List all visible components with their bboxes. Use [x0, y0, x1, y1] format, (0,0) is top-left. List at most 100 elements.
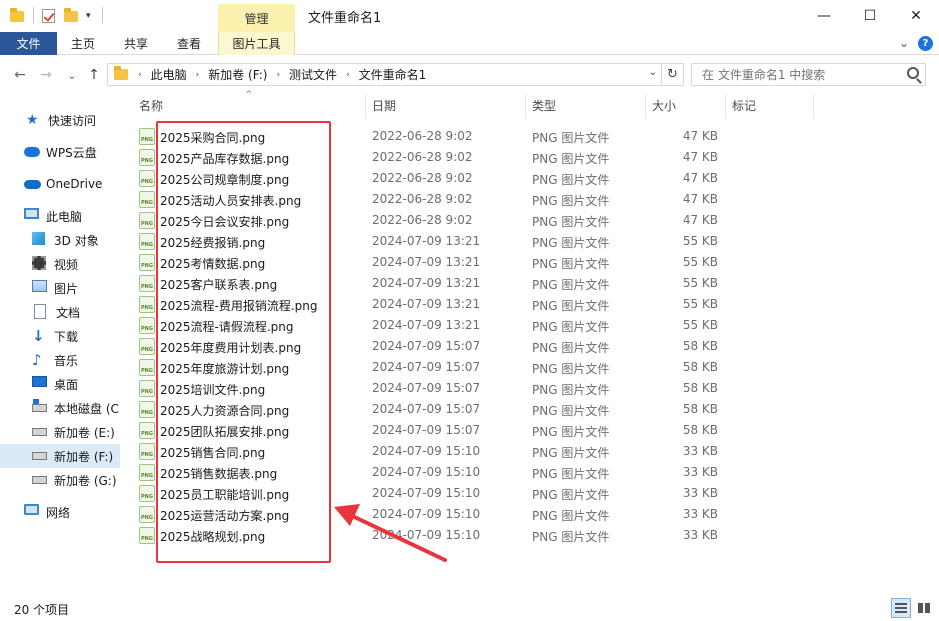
- png-file-icon: PNG: [139, 506, 155, 523]
- file-type: PNG 图片文件: [532, 362, 610, 376]
- sidebar-item-videos[interactable]: 视频: [0, 252, 120, 276]
- wps-cloud-icon: [24, 144, 40, 160]
- file-type: PNG 图片文件: [532, 236, 610, 250]
- folder-icon: [114, 66, 128, 80]
- help-icon[interactable]: ?: [918, 36, 933, 51]
- breadcrumb-separator[interactable]: ›: [270, 70, 286, 80]
- column-header-type[interactable]: 类型: [532, 92, 644, 118]
- search-icon[interactable]: [907, 67, 919, 79]
- file-size: 58 KB: [682, 423, 718, 437]
- sidebar-item-drive-e[interactable]: 新加卷 (E:): [0, 420, 120, 444]
- pictures-icon: [32, 280, 48, 296]
- search-input[interactable]: [692, 64, 892, 85]
- sidebar-item-label: 本地磁盘 (C: [54, 401, 119, 416]
- file-date: 2024-07-09 15:07: [372, 360, 481, 374]
- file-type: PNG 图片文件: [532, 488, 610, 502]
- sidebar-item-drive-g[interactable]: 新加卷 (G:): [0, 468, 120, 492]
- file-size: 55 KB: [682, 318, 718, 332]
- context-tab-manage[interactable]: 管理: [218, 4, 295, 32]
- file-icon-label: PNG: [141, 389, 153, 395]
- file-date: 2024-07-09 13:21: [372, 318, 481, 332]
- sidebar-item-drive-f[interactable]: 新加卷 (F:): [0, 444, 120, 468]
- file-icon-label: PNG: [141, 221, 153, 227]
- back-button[interactable]: ←: [10, 65, 30, 85]
- column-header-size[interactable]: 大小: [652, 92, 724, 118]
- folder-icon: [10, 6, 24, 26]
- column-divider[interactable]: [365, 94, 366, 118]
- breadcrumb-separator[interactable]: ›: [340, 70, 356, 80]
- properties-icon[interactable]: [42, 6, 55, 26]
- tab-view[interactable]: 查看: [163, 32, 215, 55]
- forward-button[interactable]: →: [36, 65, 56, 85]
- file-date: 2024-07-09 15:10: [372, 465, 481, 479]
- sidebar-item-documents[interactable]: 文档: [0, 300, 120, 324]
- maximize-button[interactable]: ☐: [847, 0, 893, 31]
- details-view-button[interactable]: [891, 598, 911, 618]
- file-type: PNG 图片文件: [532, 404, 610, 418]
- breadcrumb-this-pc[interactable]: 此电脑: [148, 66, 190, 83]
- address-bar[interactable]: › 此电脑 › 新加卷 (F:) › 测试文件 › 文件重命名1 ⌄: [107, 63, 662, 86]
- toolbar-divider: [33, 7, 34, 23]
- minimize-button[interactable]: —: [801, 0, 847, 31]
- column-divider[interactable]: [525, 94, 526, 118]
- column-divider[interactable]: [645, 94, 646, 118]
- png-file-icon: PNG: [139, 338, 155, 355]
- sidebar-item-desktop[interactable]: 桌面: [0, 372, 120, 396]
- search-box[interactable]: [691, 63, 926, 86]
- sidebar-item-wps-cloud[interactable]: WPS云盘: [0, 140, 120, 164]
- png-file-icon: PNG: [139, 254, 155, 271]
- file-date: 2022-06-28 9:02: [372, 129, 473, 143]
- drive-icon: [32, 472, 48, 488]
- sidebar-item-quick-access[interactable]: ★ 快速访问: [0, 108, 120, 132]
- drive-icon: [32, 424, 48, 440]
- file-icon-label: PNG: [141, 158, 153, 164]
- file-icon-label: PNG: [141, 452, 153, 458]
- new-folder-icon[interactable]: [64, 6, 78, 26]
- file-icon-label: PNG: [141, 473, 153, 479]
- recent-locations-button[interactable]: ⌄: [62, 65, 82, 85]
- column-divider[interactable]: [725, 94, 726, 118]
- sidebar-item-this-pc[interactable]: 此电脑: [0, 204, 120, 228]
- sidebar-item-music[interactable]: ♪ 音乐: [0, 348, 120, 372]
- sidebar-item-label: 下载: [54, 329, 79, 344]
- sidebar-item-pictures[interactable]: 图片: [0, 276, 120, 300]
- downloads-icon: ↓: [32, 327, 45, 345]
- png-file-icon: PNG: [139, 233, 155, 250]
- customize-toolbar-icon[interactable]: ▾: [86, 6, 91, 26]
- file-size: 47 KB: [682, 129, 718, 143]
- address-dropdown-icon[interactable]: ⌄: [649, 67, 657, 78]
- sidebar-item-label: 新加卷 (G:): [54, 473, 117, 488]
- tab-file[interactable]: 文件: [0, 32, 57, 55]
- breadcrumb-separator[interactable]: ›: [190, 70, 206, 80]
- file-date: 2024-07-09 15:07: [372, 423, 481, 437]
- details-view-icon: [895, 603, 907, 613]
- column-header-tags[interactable]: 标记: [732, 92, 812, 118]
- sidebar-item-downloads[interactable]: ↓ 下载: [0, 324, 120, 348]
- large-icons-view-icon: [918, 603, 930, 613]
- up-button[interactable]: ↑: [84, 65, 104, 85]
- large-icons-view-button[interactable]: [914, 598, 934, 618]
- file-date: 2022-06-28 9:02: [372, 192, 473, 206]
- tab-home[interactable]: 主页: [57, 32, 109, 55]
- tab-share[interactable]: 共享: [109, 32, 163, 55]
- file-size: 47 KB: [682, 213, 718, 227]
- sidebar-item-local-disk-c[interactable]: 本地磁盘 (C: [0, 396, 120, 420]
- breadcrumb-current-folder[interactable]: 文件重命名1: [356, 66, 430, 83]
- png-file-icon: PNG: [139, 527, 155, 544]
- column-header-date[interactable]: 日期: [372, 92, 524, 118]
- sidebar-item-label: 快速访问: [48, 113, 97, 128]
- close-button[interactable]: ✕: [893, 0, 939, 31]
- file-size: 55 KB: [682, 255, 718, 269]
- sidebar-item-network[interactable]: 网络: [0, 500, 120, 524]
- breadcrumb-drive-f[interactable]: 新加卷 (F:): [205, 66, 270, 83]
- file-size: 47 KB: [682, 171, 718, 185]
- breadcrumb-test-files[interactable]: 测试文件: [286, 66, 340, 83]
- refresh-button[interactable]: ↻: [662, 63, 684, 86]
- expand-ribbon-icon[interactable]: ⌄: [896, 36, 912, 50]
- sidebar-item-onedrive[interactable]: OneDrive: [0, 172, 120, 196]
- file-type: PNG 图片文件: [532, 278, 610, 292]
- column-divider[interactable]: [813, 94, 814, 118]
- tab-picture-tools[interactable]: 图片工具: [218, 32, 295, 55]
- column-header-name[interactable]: 名称: [139, 92, 365, 118]
- sidebar-item-3d-objects[interactable]: 3D 对象: [0, 228, 120, 252]
